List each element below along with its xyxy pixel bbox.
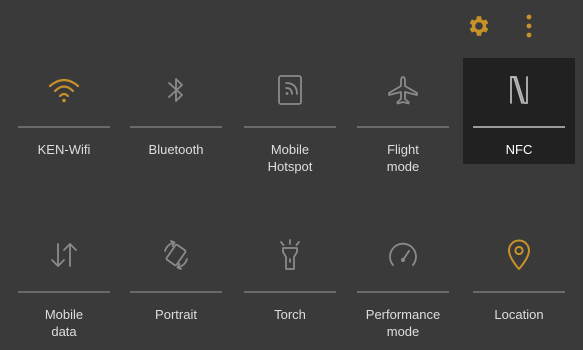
hotspot-icon [234, 70, 346, 110]
tile-divider [473, 291, 565, 293]
wifi-icon [8, 70, 120, 110]
tile-divider [130, 291, 222, 293]
location-pin-icon [463, 235, 575, 275]
tile-divider [130, 126, 222, 128]
mobile-data-icon [8, 235, 120, 275]
speedometer-icon [347, 235, 459, 275]
gear-icon [465, 13, 491, 39]
tile-portrait[interactable]: Portrait [120, 223, 232, 329]
tile-divider [244, 291, 336, 293]
tile-divider [18, 291, 110, 293]
rotate-icon [120, 235, 232, 275]
tile-label: NFC [505, 142, 533, 157]
quick-settings-top-bar [0, 0, 583, 55]
tile-divider [357, 291, 449, 293]
tile-label: Bluetooth [148, 142, 204, 157]
tile-divider [473, 126, 565, 128]
tile-performance-mode[interactable]: Performance mode [347, 223, 459, 339]
tile-nfc[interactable]: NFC [463, 58, 575, 164]
bluetooth-icon [120, 70, 232, 110]
tile-bluetooth[interactable]: Bluetooth [120, 58, 232, 164]
tile-label: Mobile data [44, 307, 84, 339]
tile-label: Performance mode [365, 307, 441, 339]
tile-location[interactable]: Location [463, 223, 575, 329]
tile-mobile-hotspot[interactable]: Mobile Hotspot [234, 58, 346, 174]
tile-divider [244, 126, 336, 128]
more-vertical-icon [524, 13, 534, 39]
tile-label: Mobile Hotspot [267, 142, 313, 174]
more-options-button[interactable] [513, 10, 545, 42]
tile-label: KEN-Wifi [37, 142, 91, 157]
nfc-icon [463, 70, 575, 110]
tile-wifi[interactable]: KEN-Wifi [8, 58, 120, 164]
tile-divider [18, 126, 110, 128]
tile-flight-mode[interactable]: Flight mode [347, 58, 459, 174]
tile-mobile-data[interactable]: Mobile data [8, 223, 120, 339]
tile-label: Flight mode [386, 142, 420, 174]
tile-label: Torch [274, 307, 306, 322]
tile-torch[interactable]: Torch [234, 223, 346, 329]
tile-divider [357, 126, 449, 128]
airplane-icon [347, 70, 459, 110]
torch-icon [234, 235, 346, 275]
settings-button[interactable] [462, 10, 494, 42]
tile-label: Location [494, 307, 544, 322]
tile-label: Portrait [155, 307, 197, 322]
